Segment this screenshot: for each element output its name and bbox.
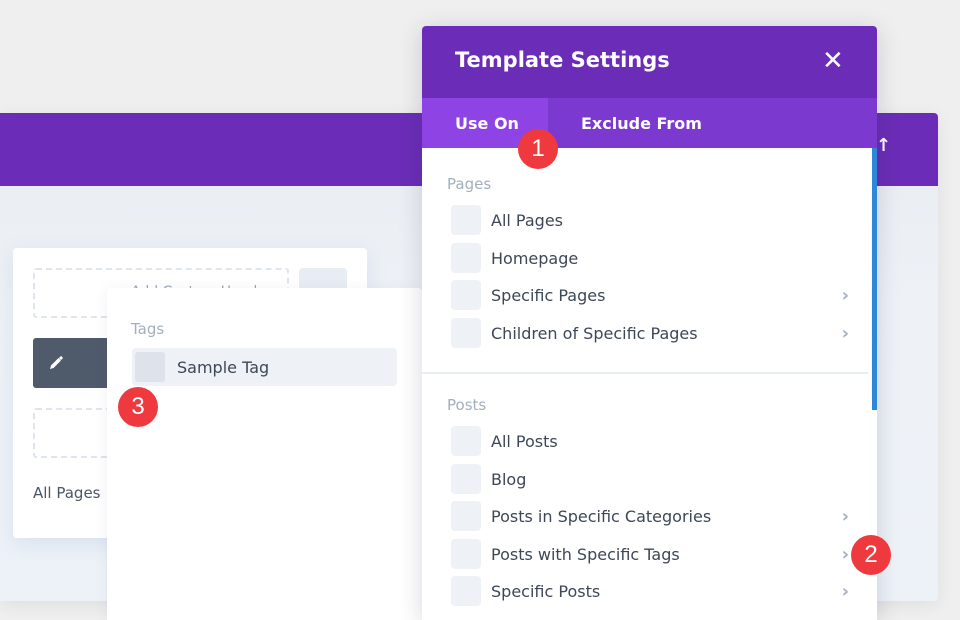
checkbox[interactable] xyxy=(451,539,481,569)
option-label: Posts with Specific Tags xyxy=(491,544,680,564)
sort-arrow-icon[interactable]: ↑ xyxy=(876,137,891,155)
tags-section-title: Tags xyxy=(131,320,165,338)
checkbox[interactable] xyxy=(451,426,481,456)
checkbox[interactable] xyxy=(451,205,481,235)
section-divider xyxy=(422,372,868,374)
chevron-right-icon[interactable]: › xyxy=(842,323,849,344)
tag-option-sample-tag[interactable]: Sample Tag xyxy=(132,348,397,386)
chevron-right-icon[interactable]: › xyxy=(842,581,849,602)
option-label: Children of Specific Pages xyxy=(491,323,698,343)
tag-label: Sample Tag xyxy=(177,357,270,377)
option-all-pages[interactable]: All Pages xyxy=(451,204,851,236)
tag-checkbox[interactable] xyxy=(135,352,165,382)
section-title-pages: Pages xyxy=(447,175,492,193)
chevron-right-icon[interactable]: › xyxy=(842,285,849,306)
step-badge-2: 2 xyxy=(851,535,891,575)
option-all-posts[interactable]: All Posts xyxy=(451,425,851,457)
option-label: All Pages xyxy=(491,210,563,230)
checkbox[interactable] xyxy=(451,280,481,310)
option-label: Specific Posts xyxy=(491,581,601,601)
checkbox[interactable] xyxy=(451,243,481,273)
option-posts-with-specific-tags[interactable]: Posts with Specific Tags › xyxy=(451,538,851,570)
option-label: All Posts xyxy=(491,431,558,451)
modal-header: Template Settings ✕ xyxy=(422,26,877,98)
checkbox[interactable] xyxy=(451,501,481,531)
step-badge-3: 3 xyxy=(118,387,158,427)
option-homepage[interactable]: Homepage xyxy=(451,242,851,274)
tags-submenu-panel: Tags Sample Tag xyxy=(107,288,422,620)
option-label: Blog xyxy=(491,469,527,489)
template-settings-modal: Template Settings ✕ Use On Exclude From … xyxy=(422,26,877,620)
option-children-of-specific-pages[interactable]: Children of Specific Pages › xyxy=(451,317,851,349)
option-specific-posts[interactable]: Specific Posts › xyxy=(451,575,851,607)
option-blog[interactable]: Blog xyxy=(451,463,851,495)
close-icon[interactable]: ✕ xyxy=(822,48,844,74)
option-label: Posts in Specific Categories xyxy=(491,506,712,526)
template-assignment-label: All Pages xyxy=(33,484,101,502)
checkbox[interactable] xyxy=(451,464,481,494)
option-specific-pages[interactable]: Specific Pages › xyxy=(451,279,851,311)
checkbox[interactable] xyxy=(451,576,481,606)
checkbox[interactable] xyxy=(451,318,481,348)
pencil-icon xyxy=(50,356,63,369)
modal-body: Pages All Pages Homepage Specific Pages … xyxy=(422,148,877,620)
chevron-right-icon[interactable]: › xyxy=(842,544,849,565)
section-title-posts: Posts xyxy=(447,396,487,414)
option-label: Homepage xyxy=(491,248,579,268)
option-label: Specific Pages xyxy=(491,285,606,305)
scrollbar[interactable] xyxy=(872,148,877,410)
step-badge-1: 1 xyxy=(518,129,558,169)
option-posts-in-specific-categories[interactable]: Posts in Specific Categories › xyxy=(451,500,851,532)
modal-tabs: Use On Exclude From xyxy=(422,98,877,148)
tab-exclude-from[interactable]: Exclude From xyxy=(548,98,702,148)
chevron-right-icon[interactable]: › xyxy=(842,506,849,527)
modal-title: Template Settings xyxy=(455,48,670,72)
